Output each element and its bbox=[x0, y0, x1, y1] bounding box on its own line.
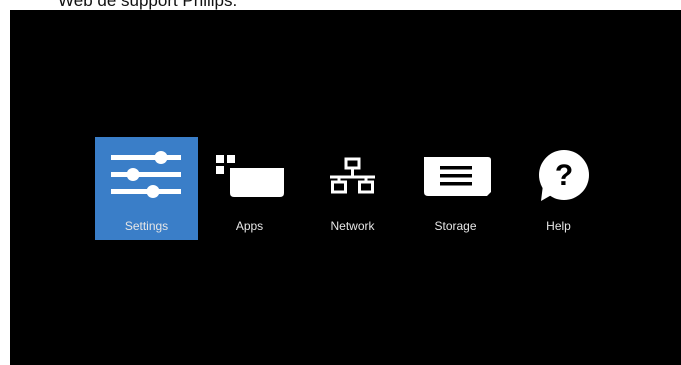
menu-item-apps-label: Apps bbox=[235, 219, 264, 233]
menu-item-network-label: Network bbox=[330, 219, 375, 233]
menu-item-storage[interactable]: Storage bbox=[404, 137, 507, 240]
tv-screen: Settings Apps Network Storage ? Help bbox=[10, 10, 681, 365]
help-icon: ? bbox=[539, 150, 589, 201]
apps-icon bbox=[216, 155, 284, 197]
menu-item-help-label: Help bbox=[546, 219, 571, 233]
network-icon bbox=[330, 157, 375, 194]
menu-item-network[interactable]: Network bbox=[301, 137, 404, 240]
menu-item-help[interactable]: ? Help bbox=[507, 137, 610, 240]
menu-item-settings[interactable]: Settings bbox=[95, 137, 198, 240]
settings-sliders-icon bbox=[111, 151, 181, 198]
svg-text:?: ? bbox=[555, 159, 573, 192]
storage-icon bbox=[424, 157, 491, 196]
menu-item-storage-label: Storage bbox=[434, 219, 477, 233]
menu-item-settings-label: Settings bbox=[124, 219, 169, 233]
menu-item-apps[interactable]: Apps bbox=[198, 137, 301, 240]
